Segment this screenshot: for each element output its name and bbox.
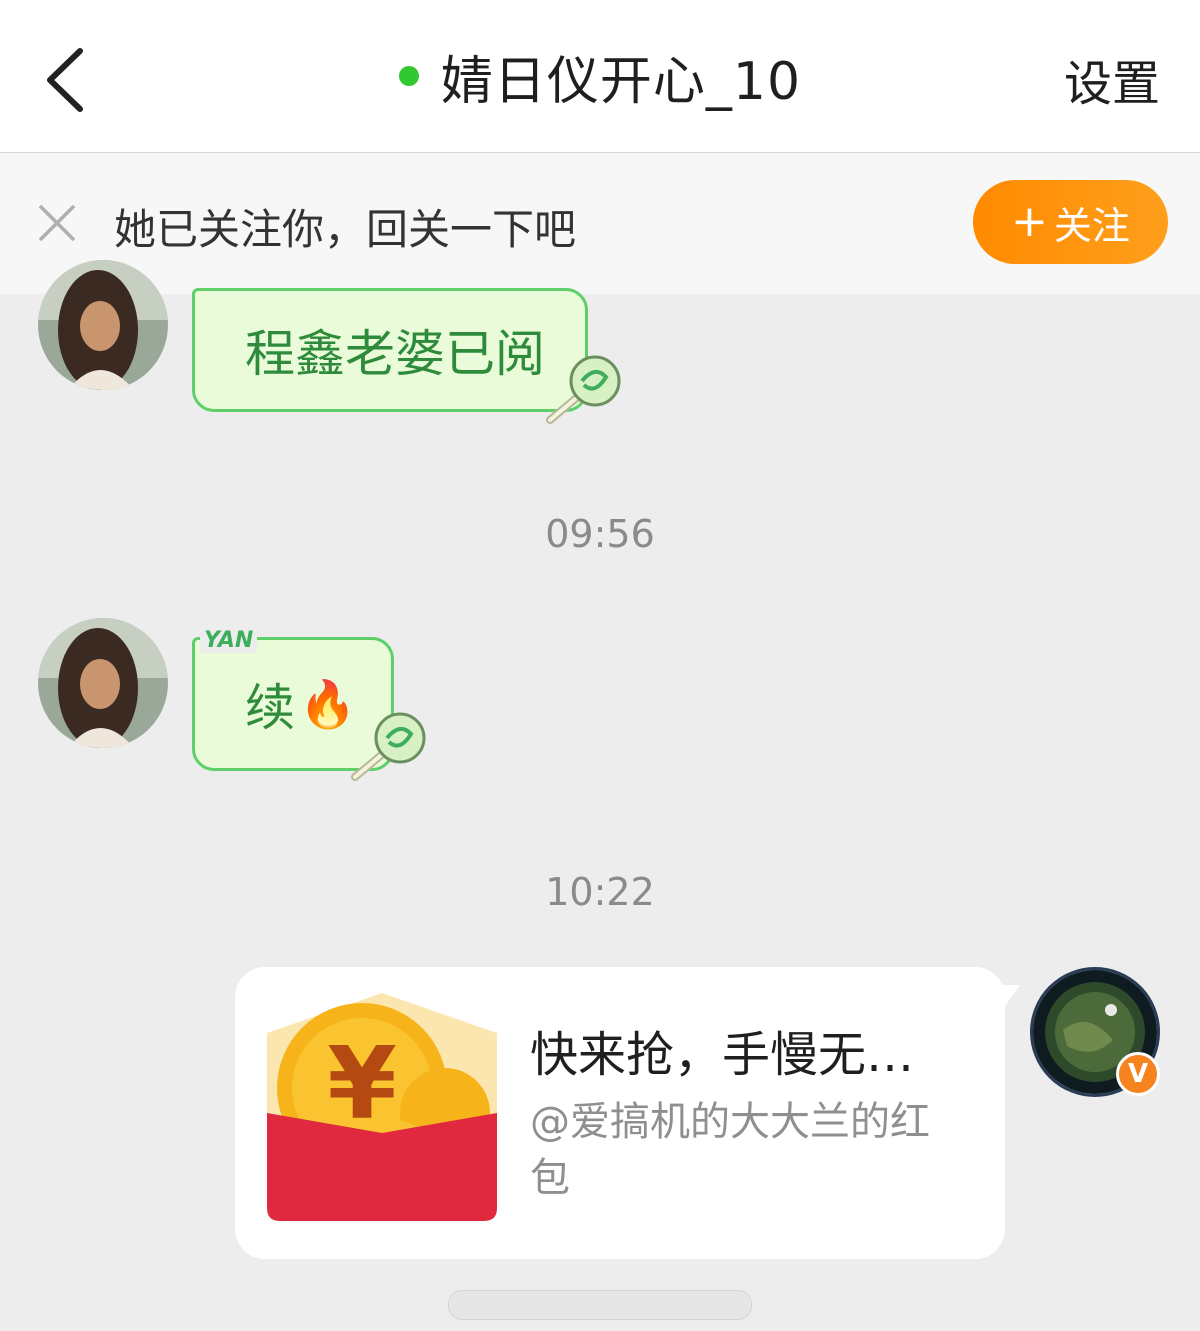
follow-prompt-text: 她已关注你，回关一下吧 xyxy=(114,205,577,254)
timestamp: 09:56 xyxy=(545,512,655,556)
follow-button-label: 关注 xyxy=(1053,203,1130,248)
red-packet-subtitle: @爱搞机的大大兰的红包 xyxy=(530,1099,930,1201)
timestamp: 10:22 xyxy=(545,870,655,914)
home-indicator[interactable] xyxy=(448,1290,752,1320)
red-packet-title: 快来抢，手慢无… xyxy=(530,1027,915,1083)
close-icon xyxy=(38,204,76,242)
yan-badge: YAN xyxy=(200,628,258,653)
red-packet-icon: ¥ xyxy=(267,993,497,1221)
message-text: 程鑫老婆已阅 xyxy=(245,325,545,383)
settings-button[interactable]: 设置 xyxy=(1064,44,1160,114)
contact-avatar-image xyxy=(38,618,168,748)
contact-avatar[interactable] xyxy=(38,260,168,390)
banner-close-button[interactable] xyxy=(34,200,80,246)
message-bubble[interactable]: 程鑫老婆已阅 xyxy=(192,288,588,412)
bubble-tail xyxy=(1000,985,1020,1013)
lollipop-icon xyxy=(351,712,426,781)
message-text: 续 xyxy=(245,679,295,737)
chat-title[interactable]: 婧日仪开心_10 xyxy=(441,39,801,114)
contact-avatar[interactable] xyxy=(38,618,168,748)
lollipop-icon xyxy=(546,355,621,424)
verified-badge-icon: V xyxy=(1116,1052,1160,1096)
chevron-left-icon xyxy=(47,48,83,112)
follow-back-button[interactable]: + 关注 xyxy=(973,180,1168,264)
online-status-dot xyxy=(398,66,419,86)
contact-avatar-image xyxy=(38,260,168,390)
plus-icon: + xyxy=(1011,196,1048,247)
back-button[interactable] xyxy=(30,40,100,120)
